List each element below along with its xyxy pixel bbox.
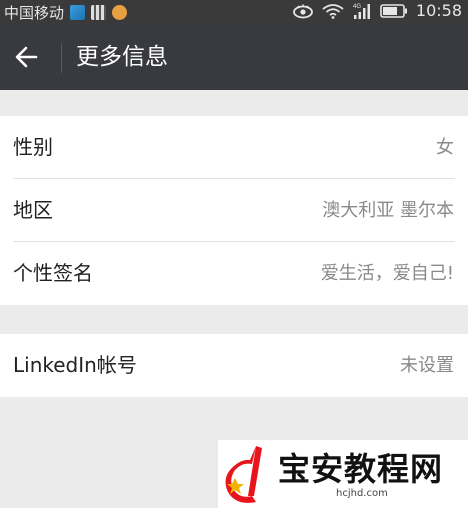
gender-row[interactable]: 性别 女 [0, 116, 468, 179]
watermark-domain: hcjhd.com [336, 488, 388, 499]
battery-icon [380, 3, 407, 18]
region-label: 地区 [13, 198, 53, 222]
app-bar-divider [61, 43, 62, 73]
status-bar: 中国移动 4G 10:58 [0, 0, 468, 23]
network-type-label: 4G [353, 4, 361, 10]
signature-row[interactable]: 个性签名 爱生活，爱自己! [0, 242, 468, 305]
linkedin-value: 未设置 [400, 355, 454, 376]
clock: 10:58 [415, 1, 462, 20]
wifi-icon [322, 3, 344, 19]
region-value: 澳大利亚 墨尔本 [322, 200, 454, 221]
eye-icon [292, 4, 313, 18]
app-bar: 更多信息 [0, 23, 468, 90]
back-button[interactable] [12, 43, 42, 71]
watermark: 宝安教程网 hcjhd.com [218, 440, 468, 508]
status-bar-left: 中国移动 [4, 2, 133, 23]
linkedin-section: LinkedIn帐号 未设置 [0, 334, 468, 397]
linkedin-label: LinkedIn帐号 [13, 353, 137, 377]
watermark-logo-icon [225, 446, 262, 503]
qr-icon [91, 5, 107, 20]
profile-info-section: 性别 女 地区 澳大利亚 墨尔本 个性签名 爱生活，爱自己! [0, 116, 468, 305]
arrow-left-icon [15, 46, 38, 68]
signal-icon: 4G [353, 3, 370, 19]
watermark-brand: 宝安教程网 [278, 450, 444, 488]
region-row[interactable]: 地区 澳大利亚 墨尔本 [0, 179, 468, 242]
carrier-name: 中国移动 [4, 4, 65, 22]
signature-label: 个性签名 [13, 261, 93, 285]
gallery-icon [70, 5, 86, 20]
linkedin-row[interactable]: LinkedIn帐号 未设置 [0, 334, 468, 397]
page-title: 更多信息 [76, 44, 168, 70]
signature-value: 爱生活，爱自己! [320, 263, 454, 284]
status-bar-right: 4G 10:58 [284, 1, 462, 20]
gender-value: 女 [436, 137, 454, 158]
fox-icon [112, 5, 128, 20]
gender-label: 性别 [13, 135, 53, 159]
